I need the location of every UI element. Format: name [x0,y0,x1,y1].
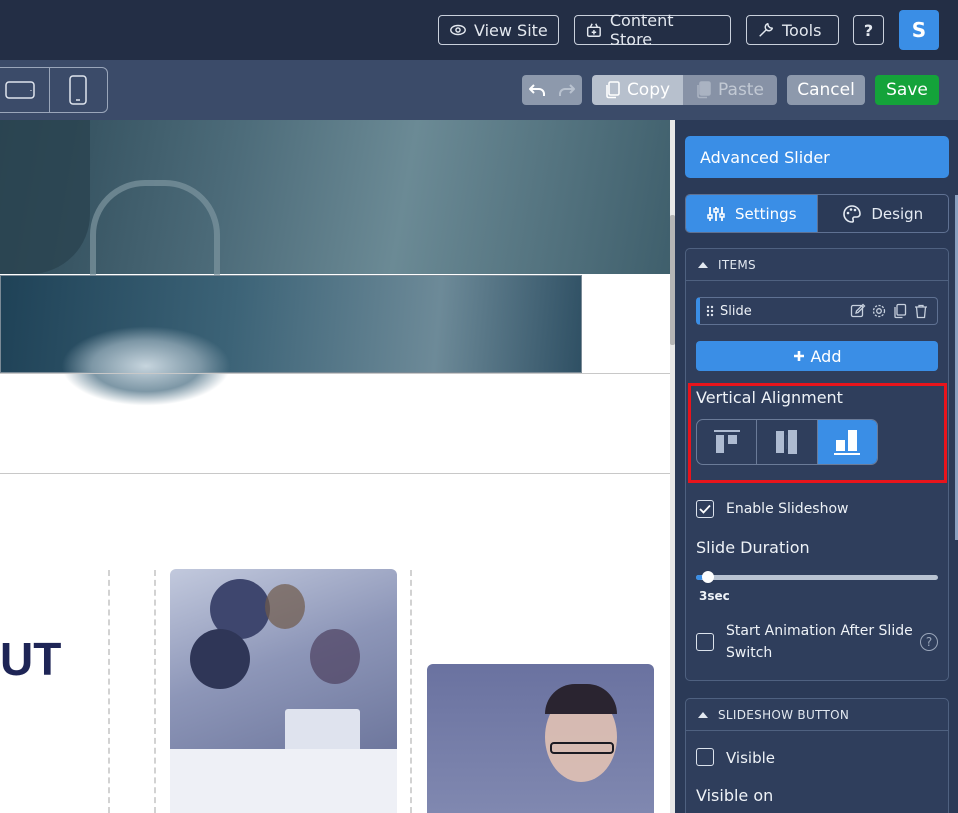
align-middle-icon [775,430,797,454]
checkmark-icon [699,504,711,514]
column-guide [154,570,156,813]
slide-duration-slider[interactable] [696,575,938,580]
section-divider [0,373,670,374]
slideshow-button-header-label: SLIDESHOW BUTTON [718,707,850,722]
align-top-icon [713,430,740,453]
undo-button[interactable] [522,75,552,105]
slide-duration-value: 3sec [699,589,730,603]
list-item[interactable]: Slide [696,297,938,325]
photo-figure [310,629,360,684]
start-animation-label-line2: Switch [726,645,773,661]
device-switcher [0,67,108,113]
help-button[interactable]: ? [853,15,884,45]
hero-slide-image[interactable] [0,120,670,290]
hero-image-chair [90,180,220,290]
vertical-alignment-toggle [696,419,878,465]
element-title: Advanced Slider [685,136,949,178]
undo-redo-group [522,75,582,105]
section-heading: UT [0,633,62,685]
align-middle-button[interactable] [756,420,816,464]
content-store-button[interactable]: Content Store [574,11,731,49]
collapse-caret-icon [698,711,708,718]
drag-handle-icon[interactable] [706,305,714,317]
tools-button[interactable]: Tools [746,15,839,45]
paste-button[interactable]: Paste [683,75,777,105]
hero-image-shape [0,120,90,274]
visible-label: Visible [726,749,775,767]
section-divider [0,473,670,474]
mobile-phone-icon [69,75,87,105]
visible-checkbox[interactable] [696,748,714,766]
palette-icon [843,204,862,223]
help-circle-icon[interactable]: ? [920,633,938,651]
photo-glasses [550,742,614,754]
align-bottom-icon [834,430,861,455]
photo-figure [190,629,250,689]
undo-icon [529,84,545,96]
paste-label: Paste [718,80,764,100]
view-site-button[interactable]: View Site [438,15,559,45]
plus-icon [793,351,804,361]
column-guide [108,570,110,813]
redo-icon [559,84,575,96]
view-site-label: View Site [474,20,548,40]
tab-design-label: Design [871,204,924,223]
redo-button[interactable] [552,75,582,105]
edit-icon[interactable] [850,303,866,319]
tab-settings-label: Settings [734,204,797,223]
wrench-icon [759,22,774,37]
gear-icon[interactable] [871,303,887,319]
duplicate-icon[interactable] [892,303,908,319]
add-slide-button[interactable]: Add [696,341,938,371]
enable-slideshow-checkbox[interactable] [696,500,714,518]
items-section-header[interactable]: ITEMS [686,249,948,281]
vertical-alignment-label: Vertical Alignment [696,388,843,407]
align-top-button[interactable] [697,420,756,464]
content-store-label: Content Store [609,11,674,49]
tab-design[interactable]: Design [816,195,949,232]
add-label: Add [810,346,842,366]
copy-button[interactable]: Copy [592,75,683,105]
align-bottom-button[interactable] [816,420,877,464]
start-animation-label-line1: Start Animation After Slide [726,623,913,639]
mobile-button[interactable] [48,68,108,112]
portrait-photo[interactable] [427,664,654,813]
trash-icon[interactable] [913,303,929,319]
avatar-initial: S [911,18,927,42]
panel-tabs: Settings Design [685,194,949,233]
sliders-icon [707,206,725,221]
start-animation-checkbox[interactable] [696,633,714,651]
tablet-landscape-icon [5,81,35,99]
help-icon: ? [863,20,874,40]
copy-icon [606,81,620,99]
column-guide [410,570,412,813]
copy-label: Copy [626,80,671,100]
eye-icon [450,24,466,36]
tab-settings[interactable]: Settings [686,195,817,232]
tablet-landscape-button[interactable] [0,68,49,112]
team-photo[interactable] [170,569,397,813]
tools-label: Tools [782,20,822,40]
paste-icon [697,81,711,99]
slider-image-detail [61,326,231,406]
store-basket-icon [586,23,601,37]
photo-hair [545,684,617,714]
user-avatar[interactable]: S [899,10,939,50]
items-header-label: ITEMS [718,257,756,272]
save-button[interactable]: Save [875,75,939,105]
slideshow-button-header[interactable]: SLIDESHOW BUTTON [686,699,948,731]
collapse-caret-icon [698,261,708,268]
photo-figure [265,584,305,629]
cancel-button[interactable]: Cancel [787,75,865,105]
photo-table [170,749,397,813]
slide-duration-label: Slide Duration [696,538,810,557]
slider-preview-image[interactable] [0,275,582,406]
page-canvas: UT [0,120,670,813]
slide-item-label: Slide [720,303,752,319]
copy-paste-group: Copy Paste [592,75,777,105]
enable-slideshow-label: Enable Slideshow [726,501,849,517]
top-bar: View Site Content Store Tools ? S [0,0,958,60]
visible-on-label: Visible on [696,786,774,805]
